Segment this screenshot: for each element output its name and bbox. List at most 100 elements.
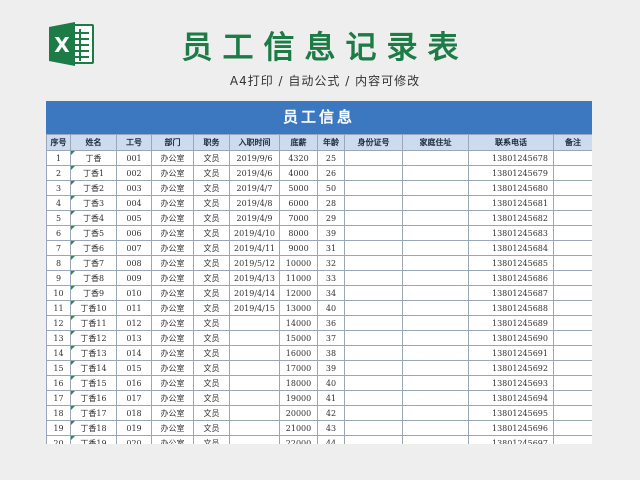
- cell-note[interactable]: [553, 255, 592, 271]
- cell-title[interactable]: 文员: [193, 330, 230, 346]
- cell-hire-date[interactable]: 2019/9/6: [229, 150, 280, 166]
- cell-salary[interactable]: 9000: [279, 240, 318, 256]
- cell-seq[interactable]: 9: [46, 270, 71, 286]
- cell-address[interactable]: [402, 210, 469, 226]
- cell-id-card[interactable]: [344, 390, 403, 406]
- cell-title[interactable]: 文员: [193, 195, 230, 211]
- cell-phone[interactable]: 13801245687: [468, 285, 554, 301]
- cell-salary[interactable]: 16000: [279, 345, 318, 361]
- cell-id[interactable]: 019: [116, 420, 152, 436]
- cell-seq[interactable]: 11: [46, 300, 71, 316]
- cell-note[interactable]: [553, 150, 592, 166]
- cell-dept[interactable]: 办公室: [151, 255, 194, 271]
- cell-id-card[interactable]: [344, 330, 403, 346]
- cell-address[interactable]: [402, 300, 469, 316]
- cell-phone[interactable]: 13801245681: [468, 195, 554, 211]
- cell-phone[interactable]: 13801245680: [468, 180, 554, 196]
- cell-name[interactable]: 丁香9: [70, 285, 117, 301]
- cell-title[interactable]: 文员: [193, 165, 230, 181]
- cell-hire-date[interactable]: [229, 375, 280, 391]
- cell-id[interactable]: 011: [116, 300, 152, 316]
- cell-dept[interactable]: 办公室: [151, 345, 194, 361]
- cell-seq[interactable]: 8: [46, 255, 71, 271]
- cell-address[interactable]: [402, 195, 469, 211]
- cell-title[interactable]: 文员: [193, 285, 230, 301]
- cell-id-card[interactable]: [344, 300, 403, 316]
- cell-salary[interactable]: 18000: [279, 375, 318, 391]
- cell-note[interactable]: [553, 435, 592, 444]
- cell-hire-date[interactable]: 2019/4/11: [229, 240, 280, 256]
- cell-salary[interactable]: 15000: [279, 330, 318, 346]
- cell-name[interactable]: 丁香: [70, 150, 117, 166]
- cell-id-card[interactable]: [344, 270, 403, 286]
- cell-seq[interactable]: 18: [46, 405, 71, 421]
- cell-note[interactable]: [553, 210, 592, 226]
- cell-phone[interactable]: 13801245688: [468, 300, 554, 316]
- cell-dept[interactable]: 办公室: [151, 435, 194, 444]
- cell-title[interactable]: 文员: [193, 150, 230, 166]
- cell-id[interactable]: 006: [116, 225, 152, 241]
- cell-seq[interactable]: 15: [46, 360, 71, 376]
- cell-title[interactable]: 文员: [193, 180, 230, 196]
- cell-name[interactable]: 丁香17: [70, 405, 117, 421]
- cell-id-card[interactable]: [344, 315, 403, 331]
- cell-address[interactable]: [402, 405, 469, 421]
- cell-id[interactable]: 017: [116, 390, 152, 406]
- column-header-dept[interactable]: 部门: [151, 134, 194, 151]
- cell-seq[interactable]: 17: [46, 390, 71, 406]
- cell-hire-date[interactable]: 2019/4/6: [229, 165, 280, 181]
- cell-address[interactable]: [402, 285, 469, 301]
- cell-id-card[interactable]: [344, 360, 403, 376]
- cell-seq[interactable]: 6: [46, 225, 71, 241]
- cell-address[interactable]: [402, 345, 469, 361]
- cell-id-card[interactable]: [344, 375, 403, 391]
- cell-hire-date[interactable]: 2019/4/9: [229, 210, 280, 226]
- cell-id-card[interactable]: [344, 195, 403, 211]
- cell-id-card[interactable]: [344, 420, 403, 436]
- cell-dept[interactable]: 办公室: [151, 285, 194, 301]
- cell-dept[interactable]: 办公室: [151, 195, 194, 211]
- cell-id[interactable]: 008: [116, 255, 152, 271]
- cell-title[interactable]: 文员: [193, 360, 230, 376]
- cell-title[interactable]: 文员: [193, 300, 230, 316]
- cell-id-card[interactable]: [344, 405, 403, 421]
- cell-id-card[interactable]: [344, 210, 403, 226]
- cell-age[interactable]: 26: [317, 165, 345, 181]
- cell-age[interactable]: 50: [317, 180, 345, 196]
- cell-dept[interactable]: 办公室: [151, 210, 194, 226]
- cell-salary[interactable]: 17000: [279, 360, 318, 376]
- cell-name[interactable]: 丁香1: [70, 165, 117, 181]
- cell-age[interactable]: 36: [317, 315, 345, 331]
- cell-seq[interactable]: 10: [46, 285, 71, 301]
- cell-dept[interactable]: 办公室: [151, 375, 194, 391]
- cell-phone[interactable]: 13801245695: [468, 405, 554, 421]
- cell-name[interactable]: 丁香12: [70, 330, 117, 346]
- cell-title[interactable]: 文员: [193, 240, 230, 256]
- cell-address[interactable]: [402, 435, 469, 444]
- cell-name[interactable]: 丁香4: [70, 210, 117, 226]
- cell-hire-date[interactable]: 2019/4/10: [229, 225, 280, 241]
- cell-name[interactable]: 丁香3: [70, 195, 117, 211]
- cell-age[interactable]: 40: [317, 300, 345, 316]
- cell-id[interactable]: 007: [116, 240, 152, 256]
- column-header-id-card[interactable]: 身份证号: [344, 134, 403, 151]
- cell-name[interactable]: 丁香18: [70, 420, 117, 436]
- cell-dept[interactable]: 办公室: [151, 330, 194, 346]
- cell-note[interactable]: [553, 180, 592, 196]
- column-header-id[interactable]: 工号: [116, 134, 152, 151]
- cell-hire-date[interactable]: [229, 345, 280, 361]
- cell-hire-date[interactable]: [229, 405, 280, 421]
- cell-address[interactable]: [402, 330, 469, 346]
- cell-note[interactable]: [553, 375, 592, 391]
- cell-address[interactable]: [402, 420, 469, 436]
- cell-seq[interactable]: 14: [46, 345, 71, 361]
- cell-phone[interactable]: 13801245696: [468, 420, 554, 436]
- cell-hire-date[interactable]: [229, 330, 280, 346]
- cell-dept[interactable]: 办公室: [151, 270, 194, 286]
- cell-address[interactable]: [402, 165, 469, 181]
- cell-salary[interactable]: 19000: [279, 390, 318, 406]
- cell-id-card[interactable]: [344, 165, 403, 181]
- cell-address[interactable]: [402, 270, 469, 286]
- cell-hire-date[interactable]: [229, 315, 280, 331]
- cell-dept[interactable]: 办公室: [151, 225, 194, 241]
